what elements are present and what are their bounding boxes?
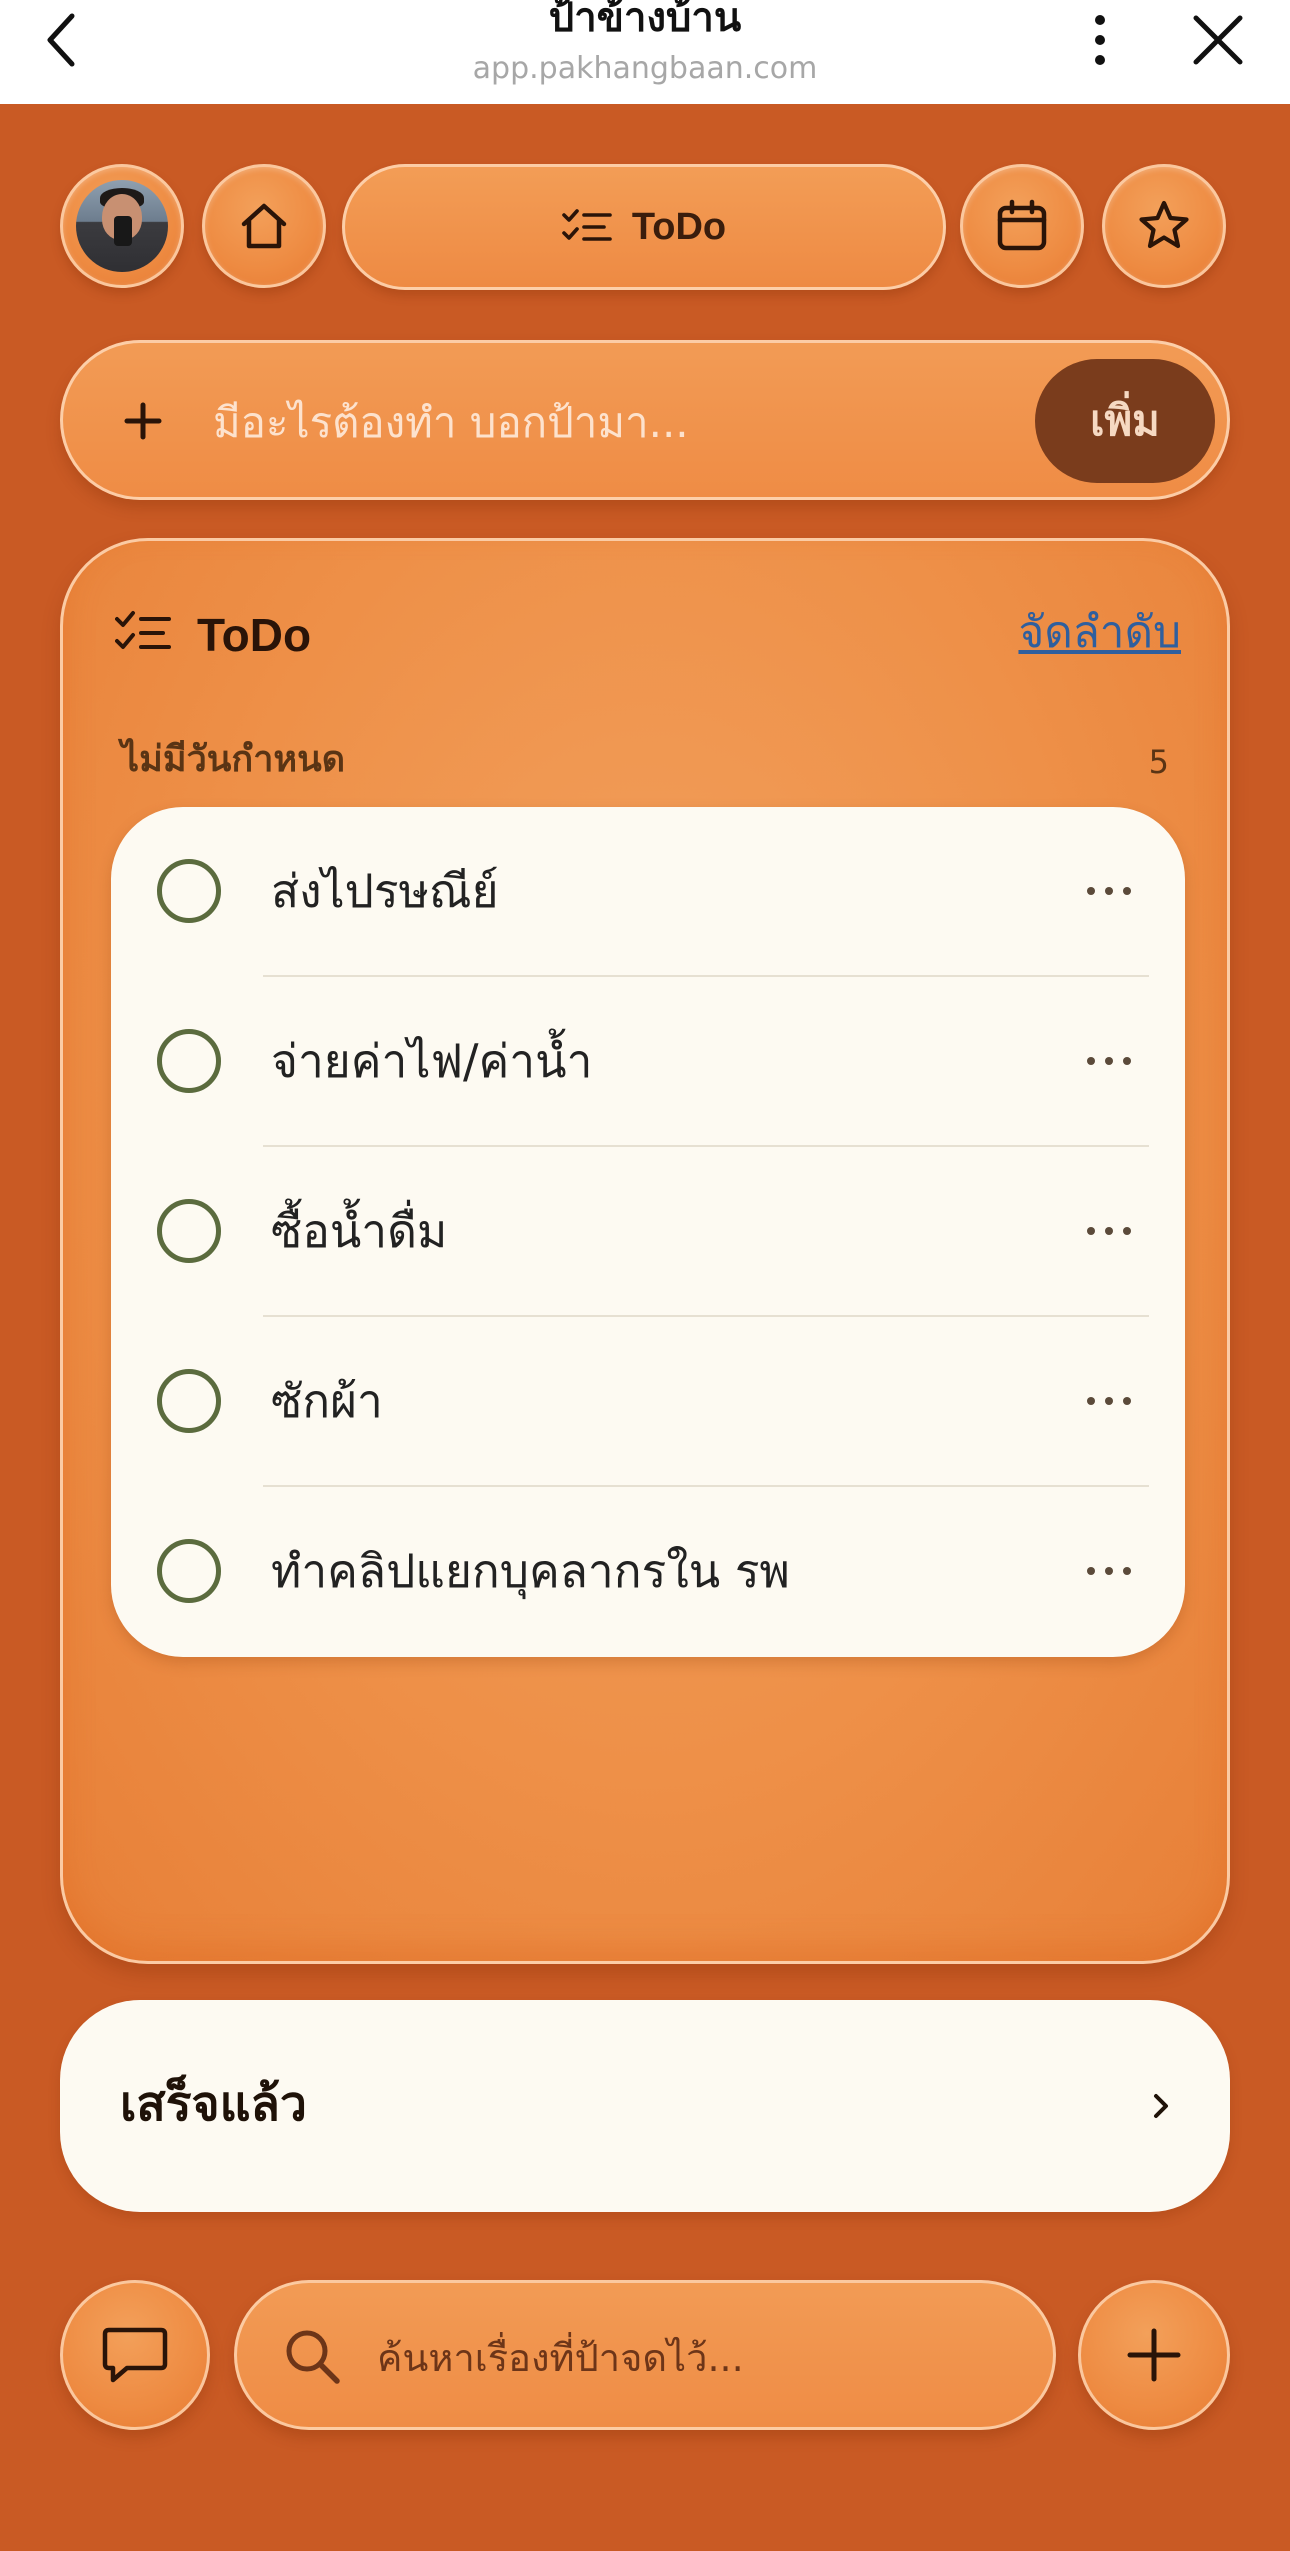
search-icon (286, 2330, 340, 2384)
task-list: ส่งไปรษณีย์ จ่ายค่าไฟ/ค่าน้ำ ซื้อน้ำดื่ม… (111, 807, 1185, 1657)
task-row: จ่ายค่าไฟ/ค่าน้ำ (111, 977, 1185, 1147)
browser-bar: ป้าข้างบ้าน app.pakhangbaan.com (0, 0, 1290, 104)
profile-button[interactable] (60, 164, 184, 288)
completed-section-button[interactable]: เสร็จแล้ว (60, 2000, 1230, 2212)
checklist-icon (115, 611, 171, 649)
task-checkbox[interactable] (157, 1539, 221, 1603)
chevron-right-icon (1142, 2078, 1182, 2134)
section-count: 5 (1148, 743, 1169, 781)
search-input[interactable] (375, 2319, 1019, 2397)
more-horizontal-icon[interactable] (1079, 1539, 1139, 1603)
search-bar (234, 2280, 1056, 2430)
sort-link[interactable]: จัดลำดับ (1018, 605, 1181, 661)
chat-button[interactable] (60, 2280, 210, 2430)
more-horizontal-icon[interactable] (1079, 1029, 1139, 1093)
add-button[interactable] (1078, 2280, 1230, 2430)
more-horizontal-icon[interactable] (1079, 859, 1139, 923)
more-horizontal-icon[interactable] (1079, 1199, 1139, 1263)
home-icon (241, 203, 287, 249)
add-task-button[interactable]: เพิ่ม (1035, 359, 1215, 483)
completed-label: เสร็จแล้ว (120, 2076, 307, 2132)
task-text[interactable]: จ่ายค่าไฟ/ค่าน้ำ (271, 1031, 592, 1091)
add-task-input[interactable] (211, 377, 1045, 467)
star-icon (1139, 200, 1189, 249)
add-task-bar: เพิ่ม (60, 340, 1230, 500)
more-vertical-icon[interactable] (1060, 0, 1140, 80)
task-row: ซักผ้า (111, 1317, 1185, 1487)
close-icon[interactable] (1178, 0, 1258, 80)
favorites-button[interactable] (1102, 164, 1226, 288)
plus-icon (1127, 2328, 1181, 2382)
task-text[interactable]: ส่งไปรษณีย์ (271, 861, 499, 921)
avatar (76, 180, 168, 272)
task-checkbox[interactable] (157, 859, 221, 923)
task-row: ทำคลิปแยกบุคลากรใน รพ (111, 1487, 1185, 1657)
more-horizontal-icon[interactable] (1079, 1369, 1139, 1433)
calendar-icon (997, 199, 1047, 251)
task-row: ซื้อน้ำดื่ม (111, 1147, 1185, 1317)
task-checkbox[interactable] (157, 1199, 221, 1263)
task-text[interactable]: ซักผ้า (271, 1371, 383, 1431)
tab-todo-label: ToDo (631, 205, 727, 248)
home-button[interactable] (202, 164, 326, 288)
chat-icon (102, 2327, 168, 2383)
card-title: ToDo (197, 609, 312, 661)
task-row: ส่งไปรษณีย์ (111, 807, 1185, 977)
task-checkbox[interactable] (157, 1029, 221, 1093)
task-text[interactable]: ซื้อน้ำดื่ม (271, 1201, 447, 1261)
section-title: ไม่มีวันกำหนด (121, 739, 346, 780)
tab-todo[interactable]: ToDo (342, 164, 946, 290)
todo-card: ToDo จัดลำดับ ไม่มีวันกำหนด 5 ส่งไปรษณีย… (60, 538, 1230, 1964)
task-text[interactable]: ทำคลิปแยกบุคลากรใน รพ (271, 1541, 790, 1601)
checklist-icon (562, 209, 612, 241)
task-checkbox[interactable] (157, 1369, 221, 1433)
calendar-button[interactable] (960, 164, 1084, 288)
plus-icon (103, 381, 183, 461)
